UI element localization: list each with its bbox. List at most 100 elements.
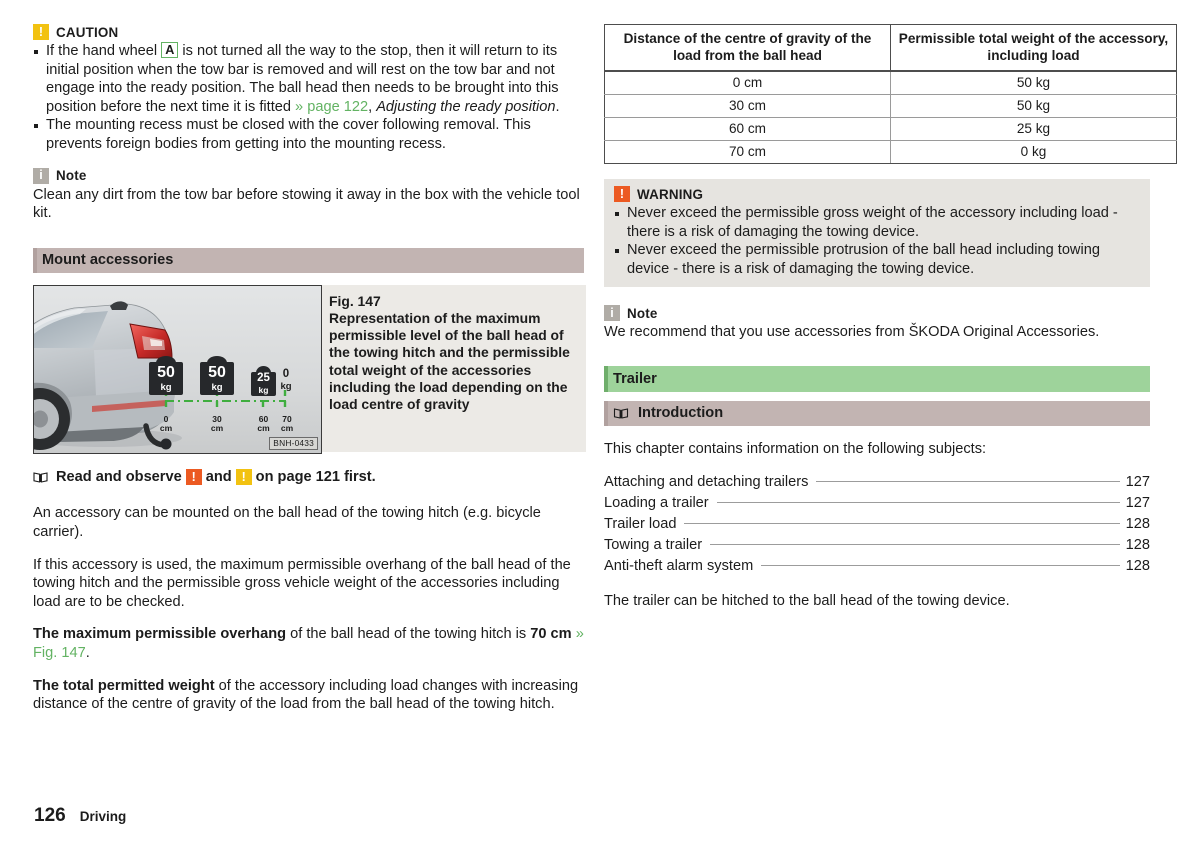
table-cell-weight: 50 kg — [890, 70, 1177, 95]
overhang-value: 70 cm — [530, 626, 572, 643]
warning-icon-inline: ! — [185, 469, 202, 486]
overhang-bold-lead: The maximum permissible overhang — [33, 626, 287, 643]
distance-unit: cm — [210, 423, 224, 434]
toc-entry[interactable]: Anti-theft alarm system 128 — [604, 556, 1150, 577]
caution-bullet-1-pre: If the hand wheel — [46, 43, 162, 59]
toc-entry[interactable]: Loading a trailer 127 — [604, 493, 1150, 514]
note-header-left: i Note — [33, 167, 584, 184]
caution-icon-inline: ! — [235, 469, 252, 486]
list-item: Never exceed the permissible gross weigh… — [614, 204, 1140, 241]
table-cell-distance: 30 cm — [604, 94, 891, 118]
note-title-left: Note — [56, 168, 87, 184]
toc-leader — [710, 543, 1120, 545]
page-footer: 126 Driving — [34, 805, 126, 827]
weight-block: 50 kg — [149, 361, 183, 395]
distance-label-0cm: 0 cm — [151, 414, 181, 434]
table-cell-distance: 60 cm — [604, 117, 891, 141]
distance-label-60cm: 60 cm — [250, 414, 277, 434]
warning-bullet-list: Never exceed the permissible gross weigh… — [614, 204, 1140, 278]
total-weight-bold-lead: The total permitted weight — [33, 677, 215, 694]
toc-label: Towing a trailer — [604, 536, 703, 553]
chapter-heading-label: Trailer — [613, 370, 657, 387]
footer-chapter-name: Driving — [79, 809, 127, 824]
caution-bullet-1-post: , — [368, 98, 377, 115]
toc-page: 128 — [1125, 515, 1150, 532]
section-heading-label: Introduction — [638, 405, 724, 422]
chapter-toc: Attaching and detaching trailers 127 Loa… — [604, 472, 1150, 577]
read-observe-pre: Read and observe — [56, 468, 182, 485]
toc-leader — [716, 501, 1120, 503]
table-row: 30 cm 50 kg — [604, 94, 1177, 118]
toc-entry[interactable]: Attaching and detaching trailers 127 — [604, 472, 1150, 493]
caution-header: ! CAUTION — [33, 24, 584, 40]
section-heading-mount-accessories: Mount accessories — [33, 247, 584, 273]
read-observe-mid: and — [205, 468, 232, 485]
right-column: Distance of the centre of gravity of the… — [604, 24, 1177, 624]
toc-label: Attaching and detaching trailers — [604, 473, 809, 490]
weight-value: 0 — [282, 367, 290, 380]
figure-caption: Fig. 147 Representation of the maximum p… — [322, 284, 586, 452]
caution-icon: ! — [33, 24, 49, 40]
caution-bullet-1-italic: Adjusting the ready position — [376, 98, 556, 115]
distance-unit: cm — [257, 423, 270, 434]
read-observe-post: on page 121 first. — [255, 468, 376, 485]
book-icon — [33, 471, 48, 483]
weight-marker-70cm: 0 kg — [274, 368, 298, 392]
figure-147: 50 kg 0 cm 50 kg 30 cm 25 kg 60 cm 0 kg … — [33, 284, 586, 454]
table-row: 60 cm 25 kg — [604, 117, 1177, 141]
intro-text: This chapter contains information on the… — [604, 440, 987, 457]
weight-value: 25 — [257, 372, 270, 385]
toc-entry[interactable]: Trailer load 128 — [604, 514, 1150, 535]
table-cell-distance: 0 cm — [604, 70, 891, 95]
weight-block: 50 kg — [200, 361, 234, 395]
note-text-left: Clean any dirt from the tow bar before s… — [33, 186, 580, 222]
note-icon: i — [33, 167, 49, 184]
toc-entry[interactable]: Towing a trailer 128 — [604, 535, 1150, 556]
caution-bullet-list: If the hand wheel A is not turned all th… — [33, 42, 584, 154]
note-admonition-left: i Note Clean any dirt from the tow bar b… — [33, 167, 584, 223]
distance-unit: cm — [159, 423, 173, 434]
chapter-heading-trailer: Trailer — [604, 365, 1150, 392]
callout-key-a: A — [161, 42, 179, 58]
note-text-right: We recommend that you use accessories fr… — [604, 324, 1100, 341]
table-header-row: Distance of the centre of gravity of the… — [604, 24, 1177, 72]
permissible-weight-table: Distance of the centre of gravity of the… — [604, 24, 1177, 164]
note-icon: i — [604, 305, 620, 322]
table-cell-distance: 70 cm — [604, 140, 891, 164]
closing-text: The trailer can be hitched to the ball h… — [604, 592, 1010, 609]
weight-unit: kg — [280, 380, 292, 392]
figure-caption-text: Representation of the maximum permissibl… — [329, 309, 570, 412]
book-icon — [613, 407, 629, 420]
paragraph-accessory-check: If this accessory is used, the maximum p… — [33, 556, 571, 610]
weight-unit: kg — [160, 381, 172, 393]
list-item: The mounting recess must be closed with … — [33, 116, 584, 153]
toc-page: 127 — [1125, 494, 1150, 511]
footer-page-number: 126 — [34, 805, 66, 826]
weight-value: 50 — [208, 363, 226, 381]
table-header-weight: Permissible total weight of the accessor… — [890, 24, 1177, 72]
table-header-distance: Distance of the centre of gravity of the… — [604, 24, 891, 72]
list-item: If the hand wheel A is not turned all th… — [33, 42, 584, 116]
warning-admonition: ! WARNING Never exceed the permissible g… — [604, 179, 1150, 288]
toc-label: Loading a trailer — [604, 494, 709, 511]
weight-block: 25 kg — [251, 371, 276, 396]
caution-bullet-1-end: . — [555, 98, 560, 115]
table-cell-weight: 50 kg — [890, 94, 1177, 118]
weight-value: 50 — [157, 363, 175, 381]
warning-header: ! WARNING — [614, 186, 1140, 202]
section-heading-introduction: Introduction — [604, 400, 1150, 426]
distance-unit: cm — [280, 423, 294, 434]
toc-label: Trailer load — [604, 515, 677, 532]
warning-title: WARNING — [637, 186, 704, 202]
note-title-right: Note — [627, 305, 658, 321]
toc-page: 127 — [1125, 473, 1150, 490]
left-column: ! CAUTION If the hand wheel A is not tur… — [33, 24, 586, 728]
cross-reference-link[interactable]: » page 122 — [295, 99, 368, 115]
weight-marker-60cm: 25 kg — [251, 365, 276, 396]
weight-unit: kg — [258, 384, 269, 395]
toc-leader — [761, 564, 1120, 566]
table-row: 70 cm 0 kg — [604, 140, 1177, 164]
toc-leader — [816, 480, 1120, 482]
overhang-end: . — [85, 644, 90, 661]
weight-marker-30cm: 50 kg — [200, 355, 234, 395]
